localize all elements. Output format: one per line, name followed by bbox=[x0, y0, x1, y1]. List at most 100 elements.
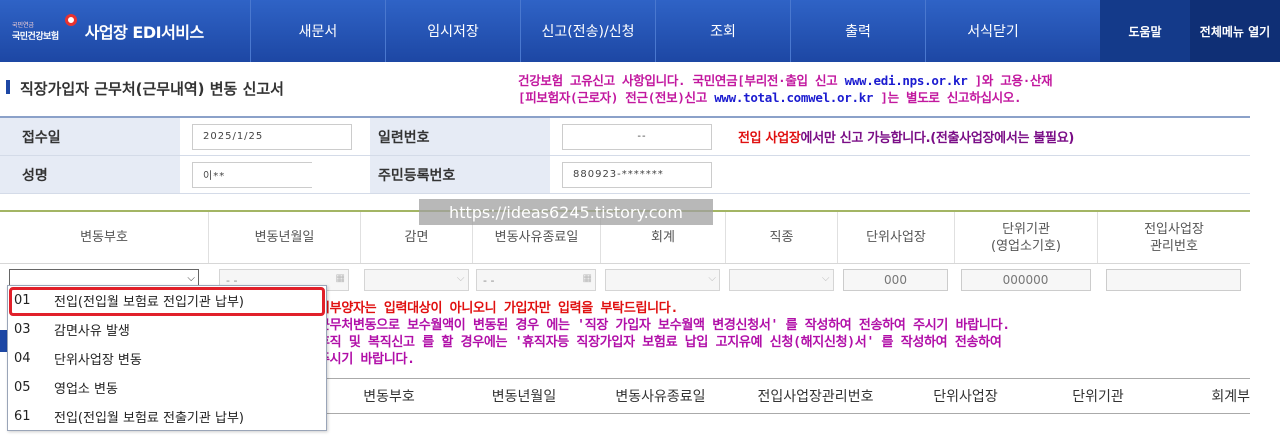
option-label: 감면사유 발생 bbox=[54, 324, 130, 339]
watermark: https://ideas6245.tistory.com bbox=[419, 199, 713, 225]
menu-submit[interactable]: 신고(전송)/신청 bbox=[520, 0, 655, 62]
name-cell: 이** bbox=[180, 156, 370, 193]
notice-line1-b: ]와 고용·산재 bbox=[967, 73, 1053, 88]
rrn-label: 주민등록번호 bbox=[370, 156, 550, 193]
unit-org-input[interactable]: 000000 bbox=[960, 269, 1091, 291]
info-empty bbox=[730, 156, 1250, 193]
notice-line1-a: 건강보험 고유신고 사항입니다. 국민연금[부리전·출입 신고 bbox=[518, 73, 845, 88]
list-col-change-date: 변동년월일 bbox=[491, 389, 557, 405]
option-label: 단위사업장 변동 bbox=[54, 353, 142, 368]
dropdown-option[interactable]: 01 전입(전입월 보험료 전입기관 납부) bbox=[8, 286, 326, 315]
option-label: 영업소 변동 bbox=[54, 382, 118, 397]
menu-temp-save[interactable]: 임시저장 bbox=[385, 0, 520, 62]
logo-org: 국민건강보험 bbox=[12, 32, 59, 42]
menu-close-form[interactable]: 서식닫기 bbox=[925, 0, 1060, 62]
logo-circle-icon bbox=[64, 14, 77, 26]
grid-col-change-code: 변동부호 bbox=[80, 230, 128, 245]
rrn-input[interactable]: 880923-******* bbox=[562, 161, 712, 188]
unit-org-cell: 000000 bbox=[954, 269, 1097, 291]
end-date-input[interactable]: - - ▦ bbox=[476, 269, 596, 291]
receipt-date-label: 접수일 bbox=[0, 118, 180, 155]
job-select[interactable]: ⌵ bbox=[728, 269, 834, 291]
job-cell: ⌵ bbox=[725, 269, 837, 291]
notice-line2-a: [피보험자(근로자) 전근(전보)신고 bbox=[518, 90, 715, 105]
option-code: 03 bbox=[14, 322, 31, 337]
dropdown-option[interactable]: 61 전입(전입월 보험료 전출기관 납부) bbox=[8, 402, 326, 431]
option-label: 전입(전입월 보험료 전출기관 납부) bbox=[54, 411, 244, 426]
option-code: 05 bbox=[14, 380, 31, 395]
reduction-cell: ⌵ bbox=[360, 269, 472, 291]
dropdown-option[interactable]: 03 감면사유 발생 bbox=[8, 315, 326, 344]
chevron-down-icon: ⌵ bbox=[708, 273, 716, 284]
comwel-link[interactable]: www.total.comwel.or.kr bbox=[714, 90, 873, 105]
main-menu: 새문서 임시저장 신고(전송)/신청 조회 출력 서식닫기 bbox=[250, 0, 1100, 62]
transfer-note-red: 전입 사업장 bbox=[738, 131, 801, 146]
option-code: 61 bbox=[14, 409, 31, 424]
list-header: 변동부호 변동년월일 변동사유종료일 전입사업장관리번호 단위사업장 단위기관 … bbox=[318, 378, 1250, 414]
chevron-down-icon: ⌵ bbox=[456, 273, 465, 284]
name-label: 성명 bbox=[0, 156, 180, 193]
list-col-unit-site: 단위사업장 bbox=[933, 389, 998, 405]
note-line3: 휴직 및 복직신고 를 할 경우에는 '휴직자등 직장가입자 보험료 납입 고지… bbox=[318, 335, 1002, 350]
chevron-down-icon: ⌵ bbox=[187, 273, 195, 284]
reduction-select[interactable]: ⌵ bbox=[363, 269, 469, 291]
info-table: 접수일 2025/1/25 일련번호 -- 전입 사업장 에서만 신고 가능합니다… bbox=[0, 116, 1250, 194]
grid-col-unit-site: 단위사업장 bbox=[837, 212, 954, 263]
all-menu-button[interactable]: 전체메뉴 열기 bbox=[1190, 0, 1280, 62]
option-label: 전입(전입월 보험료 전입기관 납부) bbox=[54, 295, 244, 310]
chevron-down-icon: ⌵ bbox=[821, 273, 830, 284]
receipt-date-input[interactable]: 2025/1/25 bbox=[192, 123, 352, 150]
nps-link[interactable]: www.edi.nps.or.kr bbox=[845, 73, 968, 88]
app-title: 사업장 EDI서비스 bbox=[84, 23, 205, 42]
menu-lookup[interactable]: 조회 bbox=[655, 0, 790, 62]
notice-line2-b: ]는 별도로 신고하십시오. bbox=[873, 90, 1022, 105]
serial-number-cell: -- bbox=[550, 118, 730, 155]
grid-col-job: 직종 bbox=[725, 212, 837, 263]
note-line1: 피부양자는 입력대상이 아니오니 가입자만 입력을 부탁드립니다. bbox=[318, 301, 678, 316]
option-code: 04 bbox=[14, 351, 31, 366]
option-code: 01 bbox=[14, 293, 31, 308]
info-row-name: 성명 이** 주민등록번호 880923-******* bbox=[0, 156, 1250, 194]
dropdown-option[interactable]: 04 단위사업장 변동 bbox=[8, 344, 326, 373]
serial-number-input[interactable]: -- bbox=[562, 123, 712, 150]
list-col-change-code: 변동부호 bbox=[363, 389, 415, 405]
app-logo[interactable]: 국민연금 국민건강보험 사업장 EDI서비스 bbox=[0, 0, 250, 62]
mgmt-no-input[interactable] bbox=[1106, 269, 1241, 291]
list-col-accounting: 회계부 bbox=[1211, 389, 1250, 405]
serial-number-label: 일련번호 bbox=[370, 118, 550, 155]
receipt-date-cell: 2025/1/25 bbox=[180, 118, 370, 155]
page-title: 직장가입자 근무처(근무내역) 변동 신고서 bbox=[20, 80, 284, 98]
accounting-select[interactable]: ⌵ bbox=[605, 269, 720, 291]
transfer-note-rest: 에서만 신고 가능합니다.(전출사업장에서는 불필요) bbox=[800, 131, 1075, 146]
accounting-cell: ⌵ bbox=[600, 269, 725, 291]
note-line2: 근무처변동으로 보수월액이 변동된 경우 에는 '직장 가입자 보수월액 변경신… bbox=[318, 318, 1010, 333]
name-input[interactable]: 이** bbox=[192, 161, 312, 188]
end-date-placeholder: - - bbox=[483, 273, 495, 287]
unit-site-cell: 000 bbox=[837, 269, 954, 291]
grid-col-mgmt-no: 전입사업장 관리번호 bbox=[1097, 212, 1250, 263]
info-row-receipt: 접수일 2025/1/25 일련번호 -- 전입 사업장 에서만 신고 가능합니다… bbox=[0, 118, 1250, 156]
title-marker bbox=[6, 80, 10, 94]
list-col-unit-org: 단위기관 bbox=[1072, 389, 1124, 405]
list-col-mgmt-no: 전입사업장관리번호 bbox=[757, 389, 874, 405]
note-line4: 주시기 바랍니다. bbox=[318, 352, 415, 367]
calendar-icon[interactable]: ▦ bbox=[583, 273, 592, 284]
instruction-notes: 피부양자는 입력대상이 아니오니 가입자만 입력을 부탁드립니다. 근무처변동으… bbox=[318, 300, 1268, 368]
logo-mark: 국민연금 국민건강보험 bbox=[12, 20, 59, 42]
grid-col-unit-org: 단위기관 (영업소기호) bbox=[954, 212, 1097, 263]
dropdown-option[interactable]: 05 영업소 변동 bbox=[8, 373, 326, 402]
list-col-end-date: 변동사유종료일 bbox=[615, 389, 706, 405]
help-button[interactable]: 도움말 bbox=[1100, 0, 1190, 62]
end-date-cell: - - ▦ bbox=[472, 269, 600, 291]
unit-site-input[interactable]: 000 bbox=[843, 269, 948, 291]
grid-col-change-date: 변동년월일 bbox=[208, 212, 360, 263]
change-code-dropdown: 01 전입(전입월 보험료 전입기관 납부) 03 감면사유 발생 04 단위사… bbox=[7, 285, 327, 431]
rrn-cell: 880923-******* bbox=[550, 156, 730, 193]
notice-top: 건강보험 고유신고 사항입니다. 국민연금[부리전·출입 신고 www.edi.… bbox=[518, 72, 1258, 106]
menu-print[interactable]: 출력 bbox=[790, 0, 925, 62]
top-nav-bar: 국민연금 국민건강보험 사업장 EDI서비스 새문서 임시저장 신고(전송)/신… bbox=[0, 0, 1280, 62]
calendar-icon[interactable]: ▦ bbox=[336, 273, 345, 284]
logo-org-small: 국민연금 bbox=[12, 22, 35, 29]
transfer-note: 전입 사업장 에서만 신고 가능합니다.(전출사업장에서는 불필요) bbox=[730, 118, 1250, 155]
menu-new-document[interactable]: 새문서 bbox=[250, 0, 385, 62]
